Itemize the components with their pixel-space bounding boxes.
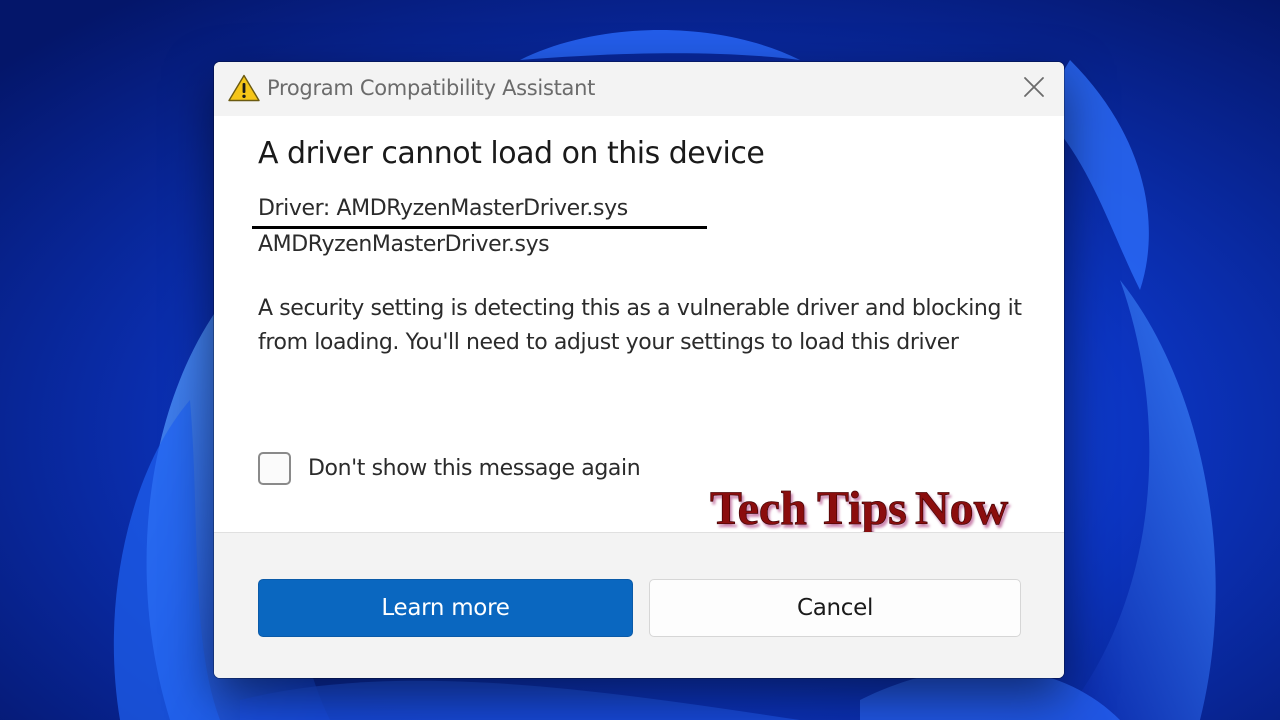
dont-show-again-checkbox[interactable]: Don't show this message again [258,448,641,488]
highlight-underline [252,226,707,229]
driver-label-line: Driver: AMDRyzenMasterDriver.sys [258,196,628,221]
driver-filename: AMDRyzenMasterDriver.sys [258,232,550,257]
watermark-word-tech: Tech [710,482,807,535]
cancel-button[interactable]: Cancel [649,579,1021,637]
dialog-heading: A driver cannot load on this device [258,136,765,171]
dialog-description: A security setting is detecting this as … [258,296,1022,355]
close-icon [1023,76,1045,103]
checkbox-box[interactable] [258,451,291,485]
program-compatibility-dialog: Program Compatibility Assistant A driver… [214,62,1064,678]
learn-more-button[interactable]: Learn more [258,579,633,637]
checkbox-label: Don't show this message again [308,455,641,481]
window-title: Program Compatibility Assistant [267,76,596,100]
dialog-content: A driver cannot load on this device Driv… [214,116,1064,535]
watermark-word-tips: Tips [817,482,907,535]
warning-icon [228,74,260,102]
close-button[interactable] [1014,70,1054,108]
dialog-titlebar: Program Compatibility Assistant [214,62,1064,116]
dialog-footer: Learn more Cancel [214,532,1064,678]
watermark-word-now: Now [915,482,1009,535]
